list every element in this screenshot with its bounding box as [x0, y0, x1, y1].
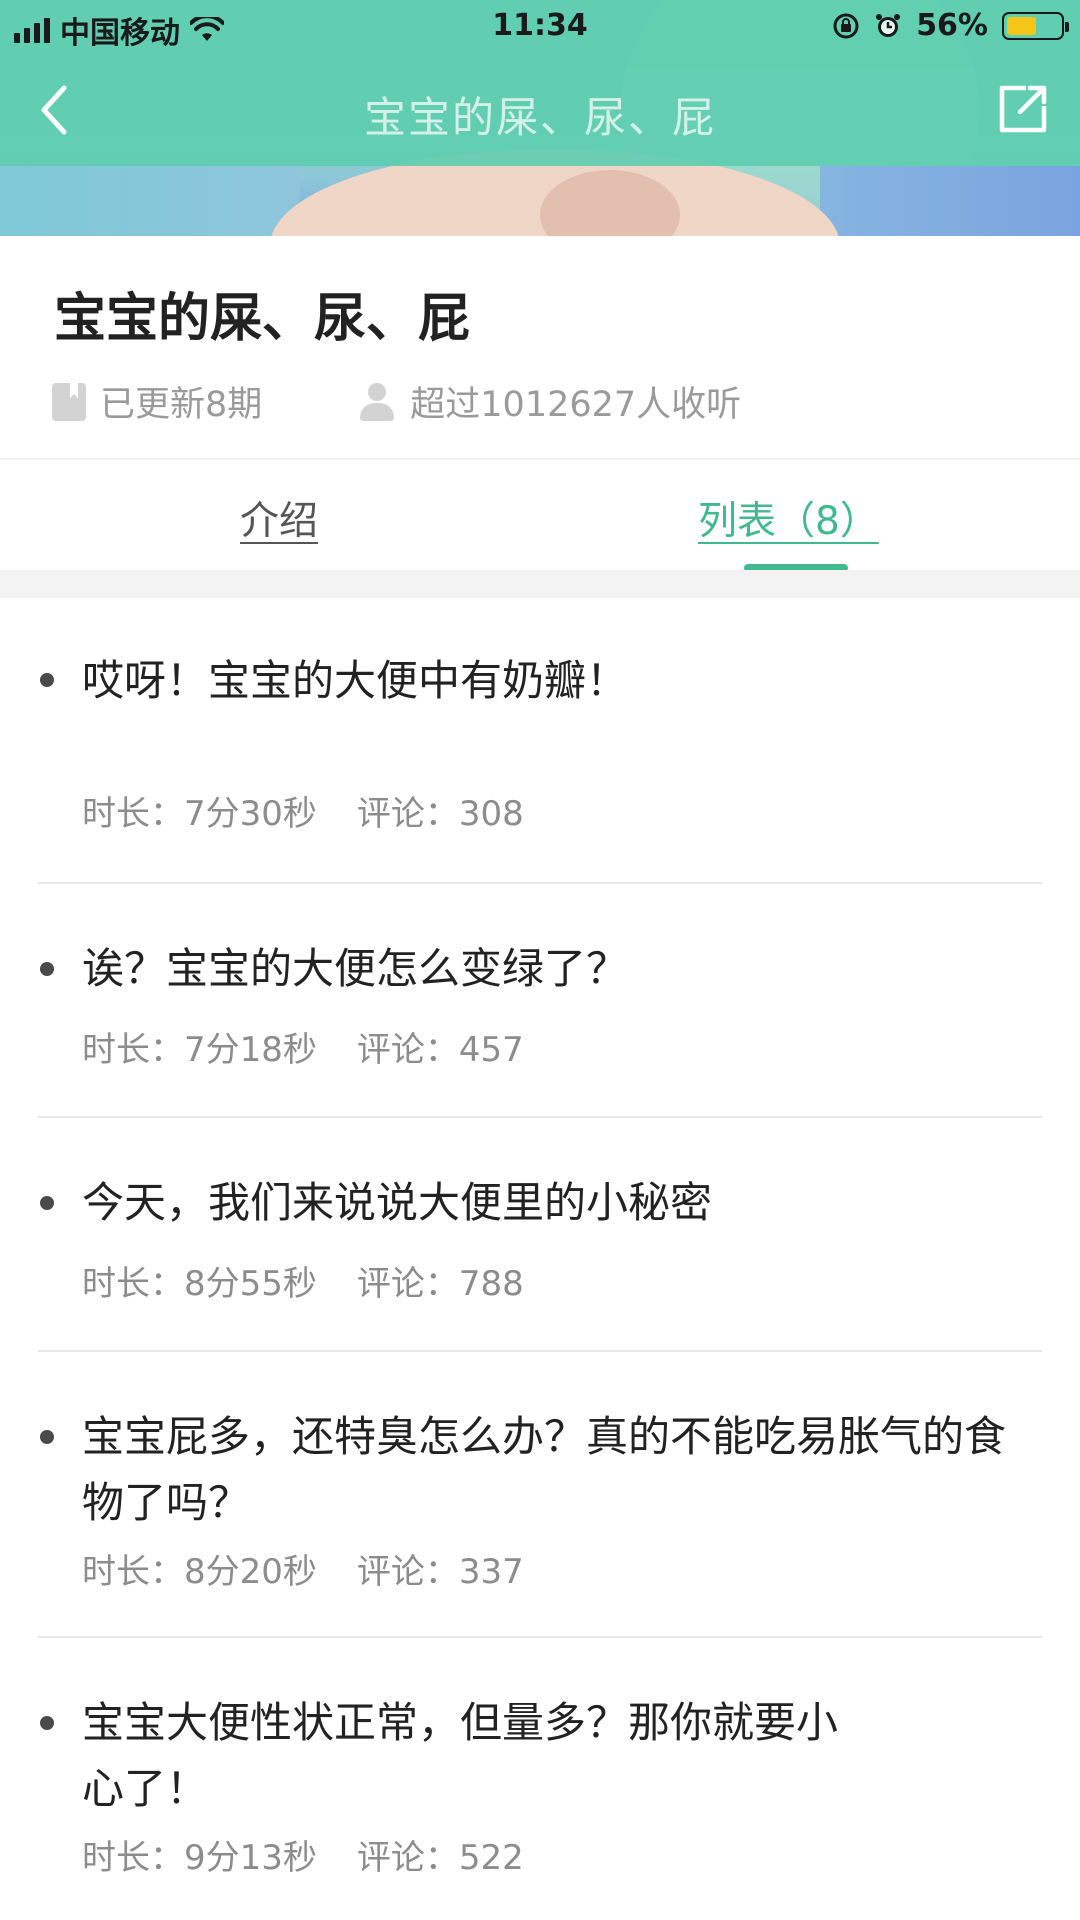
- episode-title: 今天，我们来说说大便里的小秘密: [82, 1178, 713, 1227]
- alarm-icon: [876, 13, 901, 37]
- episode-meta: 时长：8分55秒 评论：788: [82, 1256, 524, 1305]
- episode-title: 诶？宝宝的大便怎么变绿了？: [82, 944, 629, 993]
- episode-meta: 时长：7分18秒 评论：457: [82, 1022, 524, 1071]
- book-icon: [52, 382, 86, 421]
- episode-meta: 时长：9分13秒 评论：522: [82, 1830, 524, 1879]
- episode-duration: 时长：7分18秒: [82, 1030, 317, 1070]
- banner-decoration: [820, 166, 1080, 236]
- section-divider: [0, 570, 1080, 598]
- bullet-icon: [40, 1430, 54, 1444]
- episode-title: 哎呀！宝宝的大便中有奶瓣！: [82, 656, 629, 705]
- episode-meta: 时长：8分20秒 评论：337: [82, 1544, 524, 1593]
- album-meta: 已更新8期 超过1012627人收听: [52, 376, 741, 427]
- rotation-lock-icon: [833, 13, 859, 38]
- episode-meta: 时长：7分30秒 评论：308: [82, 786, 524, 835]
- episode-comments: 评论：457: [356, 1030, 524, 1070]
- episode-comments: 评论：337: [356, 1552, 524, 1592]
- album-info: 宝宝的屎、尿、屁 已更新8期 超过1012627人收听: [0, 236, 1080, 458]
- episode-title: 宝宝大便性状正常，但量多？那你就要小心了！: [82, 1698, 839, 1813]
- episode-title: 宝宝屁多，还特臭怎么办？真的不能吃易胀气的食物了吗？: [82, 1412, 1007, 1527]
- list-item[interactable]: 宝宝屁多，还特臭怎么办？真的不能吃易胀气的食物了吗？ 时长：8分20秒 评论：33…: [0, 1352, 1080, 1638]
- episode-duration: 时长：8分55秒: [82, 1264, 317, 1304]
- tab-bar: 介绍 列表（8）: [0, 458, 1080, 572]
- bullet-icon: [40, 1196, 54, 1210]
- album-title: 宝宝的屎、尿、屁: [54, 289, 471, 349]
- bullet-icon: [40, 673, 54, 687]
- episode-comments: 评论：788: [356, 1264, 524, 1304]
- battery-icon: [1002, 11, 1069, 40]
- update-count-text: 已更新8期: [100, 385, 263, 425]
- episode-comments: 评论：522: [356, 1838, 524, 1878]
- list-item[interactable]: 诶？宝宝的大便怎么变绿了？ 时长：7分18秒 评论：457: [0, 884, 1080, 1118]
- bullet-icon: [40, 962, 54, 976]
- episode-list: 哎呀！宝宝的大便中有奶瓣！ 时长：7分30秒 评论：308 诶？宝宝的大便怎么变绿…: [0, 598, 1080, 1898]
- list-item[interactable]: 今天，我们来说说大便里的小秘密 时长：8分55秒 评论：788: [0, 1118, 1080, 1352]
- tab-list[interactable]: 列表（8）: [698, 490, 879, 546]
- battery-percent: 56%: [916, 8, 988, 43]
- listener-count: 超过1012627人收听: [358, 376, 741, 427]
- nav-title: 宝宝的屎、尿、屁: [363, 93, 716, 142]
- battery-level: [1007, 16, 1037, 35]
- list-item[interactable]: 宝宝大便性状正常，但量多？那你就要小心了！ 时长：9分13秒 评论：522: [0, 1638, 1080, 1898]
- status-bar: 中国移动 11:34 56%: [0, 0, 1080, 54]
- status-right: 56%: [832, 8, 1069, 43]
- bullet-icon: [40, 1716, 54, 1730]
- episode-duration: 时长：9分13秒: [82, 1838, 317, 1878]
- update-count: 已更新8期: [52, 376, 262, 427]
- episode-comments: 评论：308: [356, 794, 524, 834]
- episode-duration: 时长：7分30秒: [82, 794, 317, 834]
- share-icon[interactable]: [996, 82, 1050, 136]
- user-icon: [358, 382, 396, 421]
- listener-count-text: 超过1012627人收听: [410, 385, 742, 425]
- episode-duration: 时长：8分20秒: [82, 1552, 317, 1592]
- tab-intro[interactable]: 介绍: [240, 490, 318, 546]
- banner-decoration: [0, 166, 300, 236]
- list-item[interactable]: 哎呀！宝宝的大便中有奶瓣！ 时长：7分30秒 评论：308: [0, 598, 1080, 884]
